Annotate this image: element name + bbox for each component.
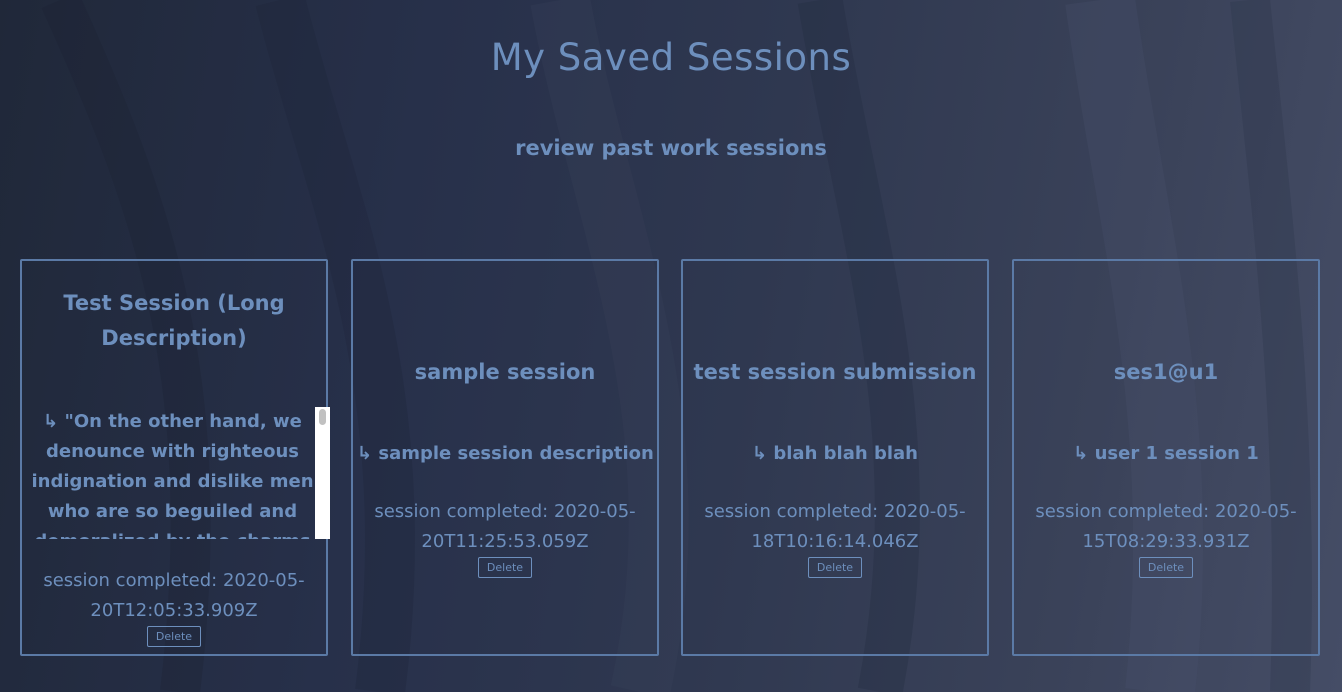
session-completed-time: session completed: 2020-05-18T10:16:14.0…	[704, 501, 966, 552]
session-card: sample session ↳ sample session descript…	[351, 259, 659, 656]
session-list: Test Session (Long Description) ↳ "On th…	[20, 259, 1324, 659]
session-description: ↳ "On the other hand, we denounce with r…	[31, 411, 314, 539]
delete-button[interactable]: Delete	[808, 557, 862, 578]
session-completed-time: session completed: 2020-05-15T08:29:33.9…	[1035, 501, 1297, 552]
session-completed-time: session completed: 2020-05-20T12:05:33.9…	[43, 570, 305, 621]
scrollbar-thumb[interactable]	[319, 409, 326, 425]
delete-button[interactable]: Delete	[1139, 557, 1193, 578]
delete-button[interactable]: Delete	[478, 557, 532, 578]
session-card: Test Session (Long Description) ↳ "On th…	[20, 259, 330, 656]
session-title: ses1@u1	[1113, 360, 1219, 384]
session-completed-time: session completed: 2020-05-20T11:25:53.0…	[374, 501, 636, 552]
session-card: test session submission ↳ blah blah blah…	[681, 259, 989, 656]
session-title: Test Session (Long Description)	[63, 291, 285, 350]
session-description: ↳ user 1 session 1	[1073, 443, 1259, 464]
session-title: sample session	[414, 360, 596, 384]
description-scrollbar[interactable]	[315, 407, 330, 539]
session-description: ↳ blah blah blah	[752, 443, 918, 464]
session-description-scroll-area[interactable]: ↳ "On the other hand, we denounce with r…	[30, 407, 330, 539]
delete-button[interactable]: Delete	[147, 626, 201, 647]
session-card: ses1@u1 ↳ user 1 session 1 session compl…	[1012, 259, 1320, 656]
page-subtitle: review past work sessions	[515, 136, 827, 160]
session-title: test session submission	[693, 360, 977, 384]
page-title: My Saved Sessions	[490, 36, 852, 79]
session-description: ↳ sample session description	[357, 443, 654, 464]
